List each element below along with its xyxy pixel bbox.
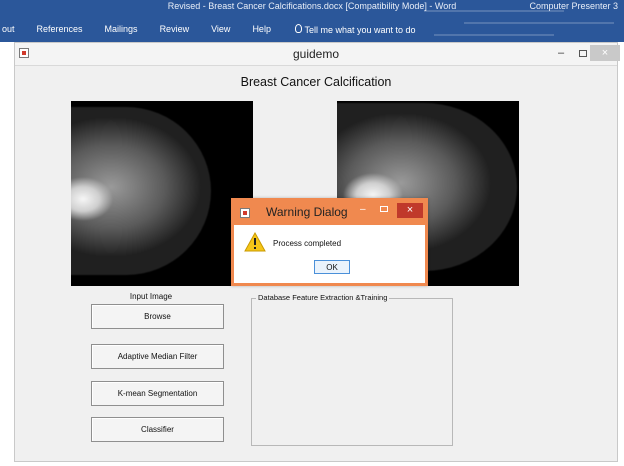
dialog-minimize-button[interactable]: – bbox=[360, 204, 366, 215]
dialog-close-button[interactable]: × bbox=[397, 203, 423, 218]
warning-icon bbox=[244, 232, 266, 252]
adaptive-median-filter-button[interactable]: Adaptive Median Filter bbox=[91, 344, 224, 369]
guidemo-window: guidemo – × Breast Cancer Calcification … bbox=[14, 42, 620, 462]
window-title: guidemo bbox=[292, 47, 340, 61]
dialog-title: Warning Dialog bbox=[266, 205, 348, 219]
maximize-icon bbox=[579, 49, 587, 57]
ok-button[interactable]: OK bbox=[314, 260, 350, 274]
word-account-name[interactable]: Computer Presenter 3 bbox=[529, 0, 618, 12]
close-button[interactable]: × bbox=[590, 45, 620, 61]
dialog-body: Process completed OK bbox=[234, 225, 425, 283]
feature-extraction-panel: Database Feature Extraction &Training bbox=[251, 293, 453, 446]
feature-extraction-panel-title: Database Feature Extraction &Training bbox=[256, 293, 390, 302]
tell-me-search[interactable]: Tell me what you want to do bbox=[294, 23, 416, 35]
word-title-bar: Revised - Breast Cancer Calcifications.d… bbox=[0, 0, 624, 42]
input-image-label: Input Image bbox=[129, 292, 173, 301]
lightbulb-icon bbox=[294, 23, 302, 33]
dialog-title-bar: Warning Dialog – × bbox=[234, 201, 425, 225]
minimize-button[interactable]: – bbox=[549, 45, 573, 61]
dialog-maximize-button[interactable] bbox=[380, 206, 388, 212]
ribbon-tab-review[interactable]: Review bbox=[160, 24, 190, 34]
ribbon-tab-layout[interactable]: out bbox=[2, 24, 15, 34]
mammogram-image bbox=[71, 107, 211, 275]
tell-me-label: Tell me what you want to do bbox=[304, 24, 416, 35]
ribbon-tab-view[interactable]: View bbox=[211, 24, 230, 34]
figure-window-icon bbox=[240, 208, 250, 218]
kmean-segmentation-button[interactable]: K-mean Segmentation bbox=[91, 381, 224, 406]
warning-dialog: Warning Dialog – × Process completed OK bbox=[231, 198, 428, 286]
ribbon-tab-help[interactable]: Help bbox=[252, 24, 271, 34]
browse-button[interactable]: Browse bbox=[91, 304, 224, 329]
gui-heading: Breast Cancer Calcification bbox=[240, 75, 392, 89]
input-image-axes bbox=[71, 101, 253, 286]
window-title-bar: guidemo – × bbox=[15, 43, 620, 66]
classifier-button[interactable]: Classifier bbox=[91, 417, 224, 442]
dialog-message: Process completed bbox=[273, 239, 342, 248]
ribbon-tab-references[interactable]: References bbox=[37, 24, 83, 34]
ribbon-tab-mailings[interactable]: Mailings bbox=[105, 24, 138, 34]
word-ribbon-tabs: out References Mailings Review View Help… bbox=[0, 21, 416, 37]
